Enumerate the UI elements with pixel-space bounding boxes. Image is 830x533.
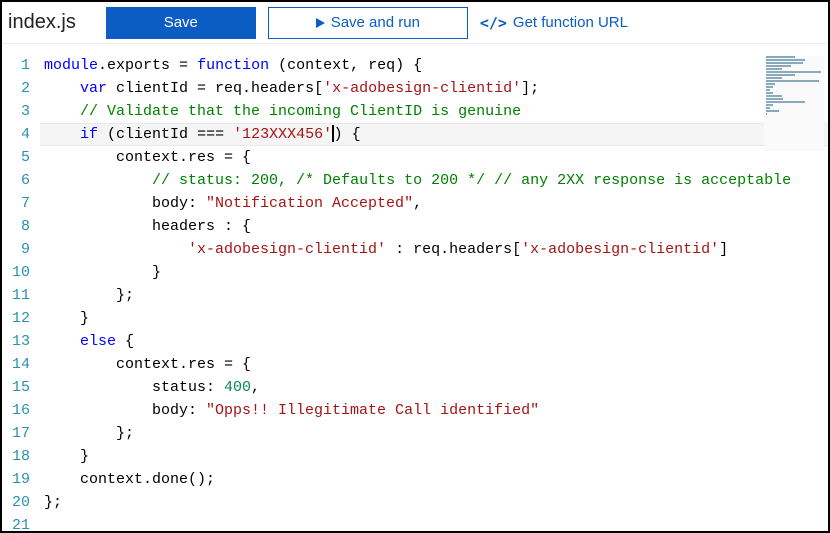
code-line[interactable]: } xyxy=(40,261,828,284)
code-line[interactable]: context.res = { xyxy=(40,353,828,376)
code-line[interactable]: status: 400, xyxy=(40,376,828,399)
save-and-run-button[interactable]: Save and run xyxy=(268,7,468,39)
code-line[interactable]: 'x-adobesign-clientid' : req.headers['x-… xyxy=(40,238,828,261)
editor[interactable]: 123456789101112131415161718192021 module… xyxy=(2,44,828,531)
line-number: 6 xyxy=(2,169,30,192)
line-number: 16 xyxy=(2,399,30,422)
code-line[interactable]: }; xyxy=(40,284,828,307)
line-number: 19 xyxy=(2,468,30,491)
line-number: 1 xyxy=(2,54,30,77)
code-line[interactable]: } xyxy=(40,445,828,468)
line-number: 11 xyxy=(2,284,30,307)
code-line[interactable]: } xyxy=(40,307,828,330)
line-number: 8 xyxy=(2,215,30,238)
line-number: 10 xyxy=(2,261,30,284)
line-number: 18 xyxy=(2,445,30,468)
line-number: 17 xyxy=(2,422,30,445)
code-line[interactable]: context.res = { xyxy=(40,146,828,169)
line-number: 20 xyxy=(2,491,30,514)
line-number: 5 xyxy=(2,146,30,169)
code-line[interactable]: // Validate that the incoming ClientID i… xyxy=(40,100,828,123)
save-button-label: Save xyxy=(164,14,198,31)
line-number: 13 xyxy=(2,330,30,353)
code-line[interactable]: }; xyxy=(40,491,828,514)
filename: index.js xyxy=(8,11,76,34)
save-button[interactable]: Save xyxy=(106,7,256,39)
code-line[interactable]: body: "Notification Accepted", xyxy=(40,192,828,215)
line-number: 15 xyxy=(2,376,30,399)
minimap[interactable] xyxy=(764,56,824,151)
play-icon xyxy=(316,18,325,28)
code-line[interactable]: var clientId = req.headers['x-adobesign-… xyxy=(40,77,828,100)
code-line[interactable]: headers : { xyxy=(40,215,828,238)
line-number: 12 xyxy=(2,307,30,330)
line-number: 14 xyxy=(2,353,30,376)
line-number: 7 xyxy=(2,192,30,215)
line-number: 4 xyxy=(2,123,30,146)
code-line[interactable]: // status: 200, /* Defaults to 200 */ //… xyxy=(40,169,828,192)
line-number-gutter: 123456789101112131415161718192021 xyxy=(2,54,40,531)
line-number: 3 xyxy=(2,100,30,123)
code-content[interactable]: module.exports = function (context, req)… xyxy=(40,54,828,531)
toolbar: index.js Save Save and run </> Get funct… xyxy=(2,2,828,44)
code-line[interactable] xyxy=(40,514,828,531)
code-line[interactable]: }; xyxy=(40,422,828,445)
code-line[interactable]: module.exports = function (context, req)… xyxy=(40,54,828,77)
code-line[interactable]: else { xyxy=(40,330,828,353)
code-line[interactable]: if (clientId === '123XXX456') { xyxy=(40,123,828,146)
save-run-label: Save and run xyxy=(331,14,420,31)
code-brackets-icon: </> xyxy=(480,14,507,32)
line-number: 9 xyxy=(2,238,30,261)
get-url-label: Get function URL xyxy=(513,14,628,31)
line-number: 21 xyxy=(2,514,30,531)
line-number: 2 xyxy=(2,77,30,100)
get-function-url-button[interactable]: </> Get function URL xyxy=(480,7,628,39)
code-line[interactable]: context.done(); xyxy=(40,468,828,491)
code-line[interactable]: body: "Opps!! Illegitimate Call identifi… xyxy=(40,399,828,422)
